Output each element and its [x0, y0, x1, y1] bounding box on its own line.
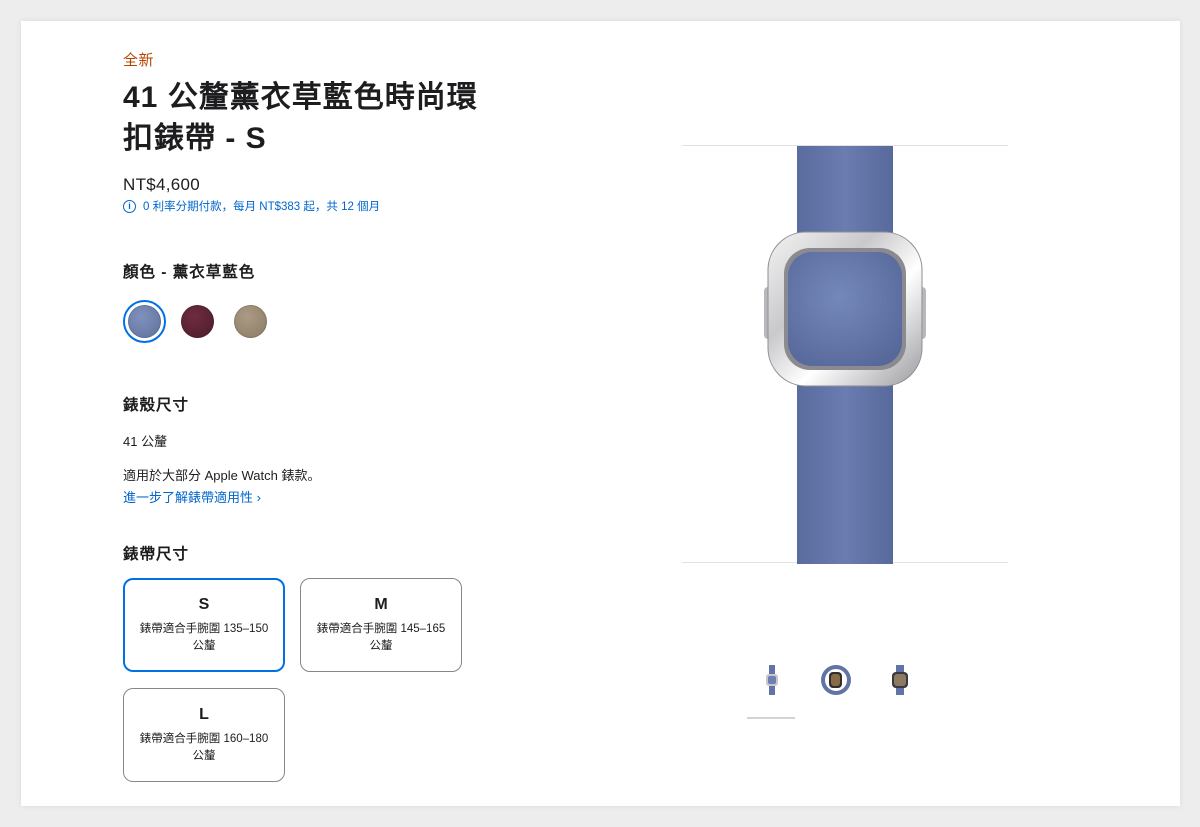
size-option-label: L — [199, 706, 209, 723]
size-option-m[interactable]: M 錶帶適合手腕圍 145–165 公釐 — [300, 578, 462, 672]
swatch-lavender-blue[interactable] — [123, 300, 166, 343]
color-swatches — [123, 300, 272, 343]
product-price: NT$4,600 — [123, 175, 201, 194]
compatibility-link[interactable]: 進一步了解錶帶適用性 › — [123, 487, 261, 506]
gallery-thumbnails — [747, 665, 925, 719]
swatch-color — [181, 305, 214, 338]
watch-band-illustration — [764, 146, 926, 564]
product-title: 41 公釐薰衣草藍色時尚環扣錶帶 - S — [123, 81, 478, 155]
product-card: 全新 41 公釐薰衣草藍色時尚環扣錶帶 - S NT$4,600 i 0 利率分… — [21, 21, 1180, 806]
thumbnail-watch-side[interactable] — [811, 665, 861, 719]
size-option-s[interactable]: S 錶帶適合手腕圍 135–150 公釐 — [123, 578, 285, 672]
size-option-l[interactable]: L 錶帶適合手腕圍 160–180 公釐 — [123, 688, 285, 782]
band-size-label: 錶帶尺寸 — [123, 546, 190, 563]
color-label: 顏色 - 薰衣草藍色 — [123, 264, 256, 281]
thumbnail-watch-front[interactable] — [875, 665, 925, 719]
size-option-label: M — [374, 596, 388, 613]
watch-front-thumbnail-icon — [892, 665, 908, 695]
size-option-desc: 錶帶適合手腕圍 160–180 公釐 — [139, 733, 269, 762]
swatch-chalky[interactable] — [229, 300, 272, 343]
installment-text: 0 利率分期付款，每月 NT$383 起，共 12 個月 — [143, 201, 381, 213]
case-size-label: 錶殼尺寸 — [123, 397, 190, 414]
case-size-value: 41 公釐 — [123, 434, 168, 449]
new-badge: 全新 — [123, 52, 155, 69]
watch-side-thumbnail-icon — [821, 665, 851, 695]
compatibility-text: 適用於大部分 Apple Watch 錶款。 — [123, 468, 321, 483]
size-option-desc: 錶帶適合手腕圍 145–165 公釐 — [316, 623, 446, 652]
installment-info[interactable]: i 0 利率分期付款，每月 NT$383 起，共 12 個月 — [123, 198, 380, 214]
product-image — [682, 145, 1008, 564]
band-thumbnail-icon — [766, 665, 778, 695]
swatch-color — [234, 305, 267, 338]
size-option-label: S — [198, 596, 210, 613]
thumbnail-band-front[interactable] — [747, 665, 797, 719]
swatch-dark-cherry[interactable] — [176, 300, 219, 343]
size-option-desc: 錶帶適合手腕圍 135–150 公釐 — [139, 623, 269, 652]
swatch-color — [128, 305, 161, 338]
info-icon: i — [123, 199, 136, 213]
